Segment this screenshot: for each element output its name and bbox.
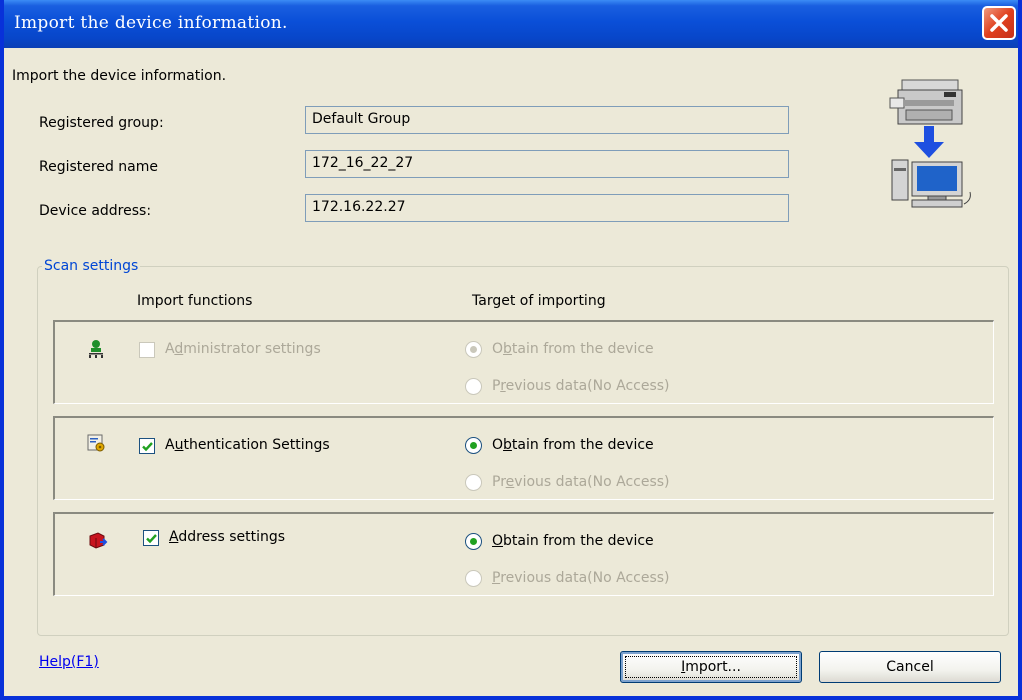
registered-name-field: 172_16_22_27 (305, 150, 789, 178)
administrator-previous-radio[interactable] (465, 378, 482, 395)
checkmark-icon (142, 442, 153, 452)
import-button[interactable]: Import... (620, 651, 802, 683)
title-bar[interactable]: Import the device information. (4, 0, 1018, 48)
administrator-obtain-radio[interactable] (465, 341, 482, 358)
address-book-icon (89, 532, 108, 549)
authentication-obtain-radio[interactable] (465, 437, 482, 454)
authentication-settings-checkbox[interactable] (139, 438, 155, 454)
dialog-body: Import the device information. Registere… (4, 48, 1018, 696)
close-button[interactable] (982, 6, 1016, 40)
help-link[interactable]: Help(F1) (39, 654, 99, 670)
import-device-dialog: Import the device information. Import th… (0, 0, 1022, 700)
authentication-settings-label: Authentication Settings (165, 437, 330, 453)
administrator-previous-label: Previous data(No Access) (492, 378, 670, 394)
address-settings-checkbox[interactable] (143, 530, 159, 546)
address-section: Address settings Obtain from the device … (53, 512, 994, 596)
focus-rectangle (625, 656, 797, 678)
authentication-previous-label: Previous data(No Access) (492, 474, 670, 490)
authentication-icon (87, 434, 105, 452)
scan-settings-legend: Scan settings (42, 258, 141, 274)
administrator-settings-label: Administrator settings (165, 341, 321, 357)
administrator-obtain-label: Obtain from the device (492, 341, 654, 357)
authentication-section: Authentication Settings Obtain from the … (53, 416, 994, 500)
administrator-icon (89, 340, 103, 358)
device-address-field: 172.16.22.27 (305, 194, 789, 222)
window-title: Import the device information. (14, 13, 288, 33)
administrator-section: Administrator settings Obtain from the d… (53, 320, 994, 404)
registered-group-label: Registered group: (39, 115, 164, 131)
registered-group-field: Default Group (305, 106, 789, 134)
authentication-obtain-label: Obtain from the device (492, 437, 654, 453)
address-settings-label: Address settings (169, 529, 286, 545)
close-icon (990, 14, 1008, 32)
address-obtain-label: Obtain from the device (492, 533, 654, 549)
cancel-button[interactable]: Cancel (819, 651, 1001, 683)
intro-text: Import the device information. (12, 68, 227, 84)
checkmark-icon (146, 534, 157, 544)
device-to-pc-icon (889, 79, 971, 208)
registered-name-label: Registered name (39, 159, 158, 175)
address-obtain-radio[interactable] (465, 533, 482, 550)
device-address-label: Device address: (39, 203, 152, 219)
target-of-importing-header: Target of importing (472, 293, 606, 309)
administrator-settings-checkbox[interactable] (139, 342, 155, 358)
address-previous-radio[interactable] (465, 570, 482, 587)
address-previous-label: Previous data(No Access) (492, 570, 670, 586)
import-functions-header: Import functions (137, 293, 253, 309)
authentication-previous-radio[interactable] (465, 474, 482, 491)
